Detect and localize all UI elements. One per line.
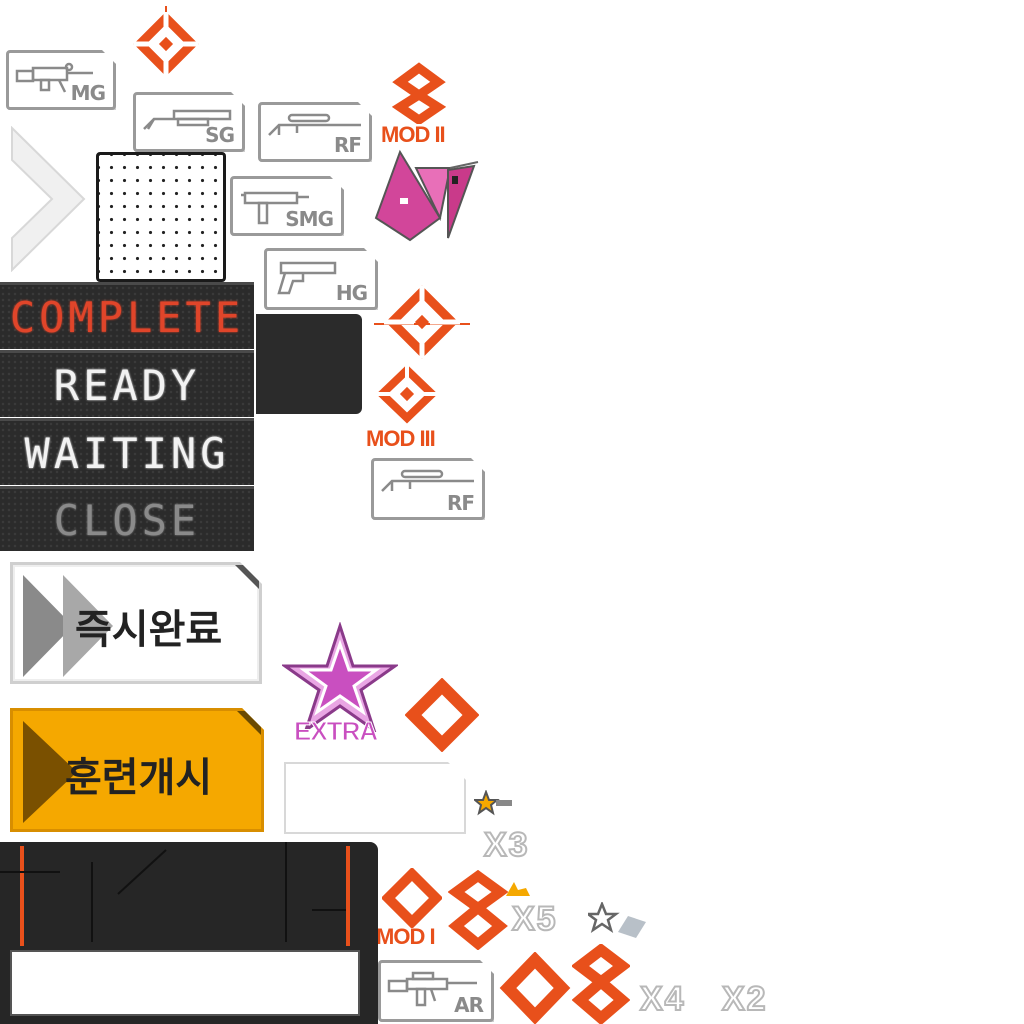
status-ready: READY bbox=[0, 350, 254, 417]
status-close-label: CLOSE bbox=[53, 495, 201, 545]
dark-side-panel bbox=[256, 314, 362, 414]
target-diamond-icon bbox=[133, 6, 199, 78]
start-training-label: 훈련개시 bbox=[65, 755, 213, 801]
badge-label: AR bbox=[454, 993, 483, 1017]
badge-hg: HG bbox=[264, 248, 378, 310]
badge-mg: MG bbox=[6, 50, 116, 110]
mod-3-icon bbox=[376, 364, 438, 424]
star-key-icon bbox=[474, 790, 512, 816]
badge-label: RF bbox=[333, 133, 361, 157]
badge-label: MG bbox=[70, 81, 105, 105]
badge-smg: SMG bbox=[230, 176, 344, 236]
small-orange-badge-icon bbox=[506, 882, 530, 896]
extra-label: EXTRA bbox=[293, 716, 378, 747]
multiplier-x5: X5 bbox=[511, 899, 558, 939]
star-key-icon bbox=[588, 902, 646, 938]
instant-complete-label: 즉시완료 bbox=[75, 607, 223, 653]
badge-rf-2: RF bbox=[371, 458, 485, 520]
start-training-button[interactable]: 훈련개시 bbox=[10, 708, 264, 832]
mod-1-diamond-icon bbox=[382, 868, 442, 928]
multiplier-x2: X2 bbox=[721, 979, 768, 1019]
double-diamond-icon bbox=[448, 870, 508, 950]
status-complete-label: COMPLETE bbox=[9, 292, 245, 342]
frame-lines bbox=[0, 842, 346, 942]
status-close: CLOSE bbox=[0, 486, 254, 551]
status-complete: COMPLETE bbox=[0, 282, 254, 349]
pink-card-icon bbox=[374, 149, 479, 242]
blank-card bbox=[284, 762, 466, 834]
mod-3-label: MOD III bbox=[366, 426, 436, 451]
handgun-icon bbox=[273, 257, 339, 297]
badge-sg: SG bbox=[133, 92, 245, 152]
badge-ar: AR bbox=[378, 960, 494, 1022]
badge-label: SMG bbox=[285, 207, 333, 231]
status-waiting-label: WAITING bbox=[24, 428, 230, 478]
status-ready-label: READY bbox=[53, 360, 201, 410]
badge-label: HG bbox=[335, 281, 367, 305]
badge-label: SG bbox=[205, 123, 234, 147]
badge-rf: RF bbox=[258, 102, 372, 162]
status-waiting: WAITING bbox=[0, 418, 254, 485]
dot-grid-panel bbox=[96, 152, 226, 282]
mod-2-icon bbox=[392, 62, 446, 124]
white-input-panel bbox=[10, 950, 360, 1016]
diamond-icon bbox=[499, 952, 571, 1024]
multiplier-x4: X4 bbox=[639, 979, 686, 1019]
multiplier-x3: X3 bbox=[483, 825, 530, 865]
dark-frame-panel bbox=[0, 842, 378, 1024]
badge-label: RF bbox=[446, 491, 474, 515]
diamond-icon bbox=[405, 678, 479, 752]
double-diamond-icon bbox=[572, 944, 630, 1024]
instant-complete-button[interactable]: 즉시완료 bbox=[10, 562, 262, 684]
mod-1-label: MOD I bbox=[376, 924, 436, 949]
target-diamond-icon bbox=[374, 285, 470, 359]
chevron-right-icon bbox=[11, 126, 86, 272]
mod-2-label: MOD II bbox=[381, 122, 446, 147]
